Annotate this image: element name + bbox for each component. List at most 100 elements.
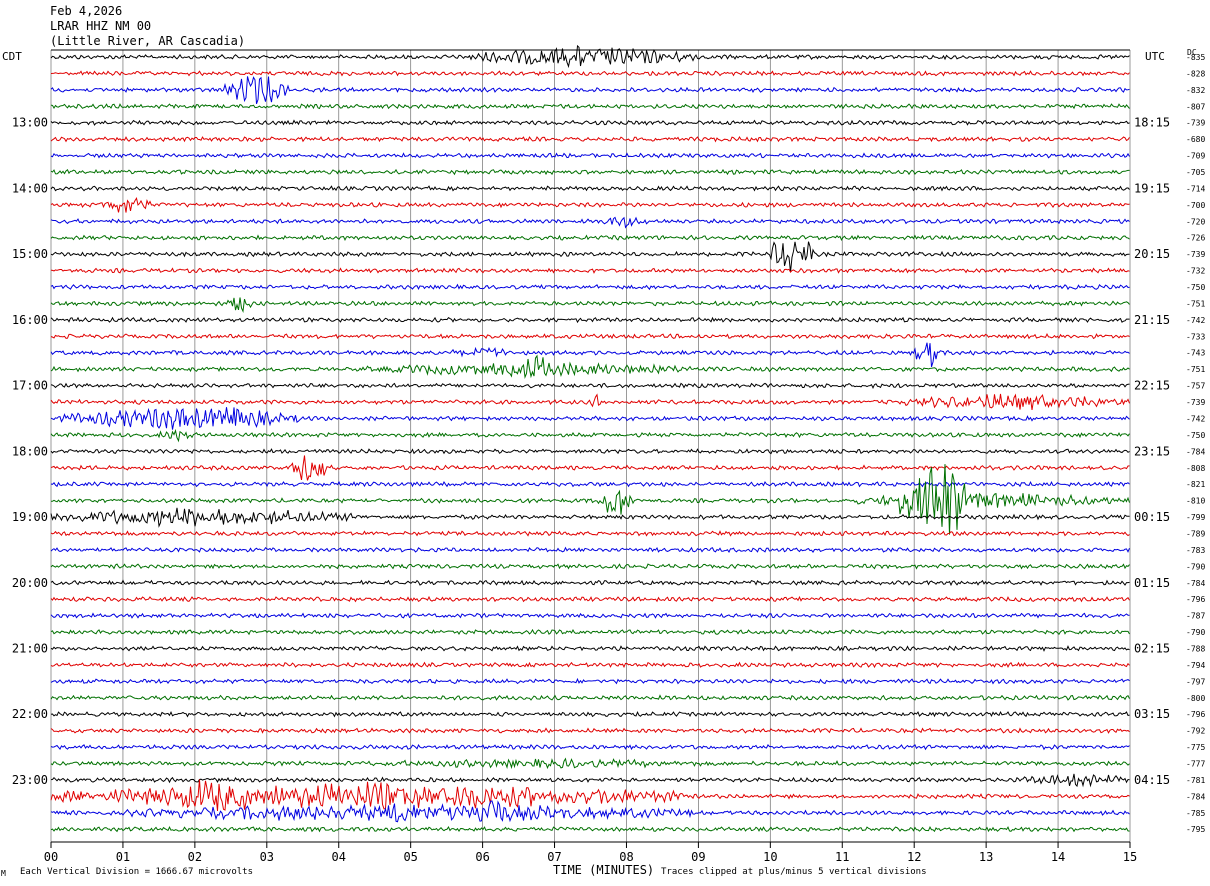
x-tick-label-13: 13: [979, 850, 993, 864]
trace-17: [50, 332, 1130, 340]
dc-offset-38: -797: [1186, 677, 1205, 686]
trace-12: [50, 241, 1130, 273]
dc-offset-19: -751: [1186, 365, 1205, 374]
x-tick-label-00: 00: [44, 850, 58, 864]
dc-offset-31: -790: [1186, 562, 1205, 571]
cdt-label-2100: 21:00: [12, 641, 48, 655]
trace-23: [50, 428, 1130, 443]
dc-offset-10: -720: [1186, 217, 1205, 226]
dc-offset-46: -785: [1186, 809, 1205, 818]
trace-9: [50, 197, 1130, 213]
trace-34: [50, 612, 1130, 619]
trace-16: [50, 316, 1130, 324]
dc-offset-7: -705: [1186, 168, 1205, 177]
trace-3: [50, 103, 1130, 110]
x-tick-label-07: 07: [547, 850, 561, 864]
dc-offset-23: -750: [1186, 431, 1205, 440]
cdt-label-1500: 15:00: [12, 247, 48, 261]
dc-offset-6: -709: [1186, 152, 1205, 161]
dc-offset-4: -739: [1186, 119, 1205, 128]
trace-14: [50, 283, 1130, 291]
dc-offset-15: -751: [1186, 299, 1205, 308]
dc-offset-16: -742: [1186, 316, 1205, 325]
trace-20: [50, 382, 1130, 389]
cdt-hour-labels: 13:00 14:00 15:00 16:00 17:00 18:00 19:00 20:00…: [12, 116, 48, 787]
dc-offset-13: -732: [1186, 267, 1205, 276]
dc-offset-21: -739: [1186, 398, 1205, 407]
dc-offset-41: -792: [1186, 727, 1205, 736]
dc-offset-33: -796: [1186, 595, 1205, 604]
x-tick-label-01: 01: [116, 850, 130, 864]
utc-label-0015: 00:15: [1134, 510, 1170, 524]
time-axis: 00 01 02 03 04 05 06 07 08 09 10 11 12 13 14 15: [44, 841, 1137, 864]
trace-38: [50, 677, 1130, 685]
dc-offset-39: -800: [1186, 694, 1205, 703]
dc-offset-32: -784: [1186, 579, 1205, 588]
trace-28: [50, 507, 1130, 528]
dc-offset-29: -789: [1186, 529, 1205, 538]
trace-22: [50, 407, 1130, 430]
dc-offset-11: -726: [1186, 234, 1205, 243]
utc-label-2215: 22:15: [1134, 379, 1170, 393]
dc-offset-30: -783: [1186, 546, 1205, 555]
x-axis-label: TIME (MINUTES): [553, 863, 655, 877]
trace-15: [50, 297, 1130, 313]
dc-offset-12: -739: [1186, 250, 1205, 259]
x-tick-label-02: 02: [188, 850, 202, 864]
trace-33: [50, 595, 1130, 603]
dc-offset-43: -777: [1186, 759, 1205, 768]
trace-11: [50, 234, 1130, 241]
dc-offset-3: -807: [1186, 102, 1205, 111]
trace-2: [50, 76, 1130, 104]
trace-44: [50, 773, 1130, 788]
cdt-label-2300: 23:00: [12, 773, 48, 787]
trace-8: [50, 185, 1130, 192]
x-tick-label-14: 14: [1051, 850, 1065, 864]
trace-37: [50, 661, 1130, 669]
x-tick-label-04: 04: [332, 850, 346, 864]
trace-25: [50, 455, 1130, 481]
trace-43: [50, 757, 1130, 770]
dc-offset-35: -790: [1186, 628, 1205, 637]
trace-1: [50, 70, 1130, 77]
cdt-label-1300: 13:00: [12, 116, 48, 130]
dc-offset-14: -750: [1186, 283, 1205, 292]
scale-note: Each Vertical Division = 1666.67 microvo…: [20, 867, 253, 877]
dc-offset-36: -788: [1186, 644, 1205, 653]
trace-39: [50, 694, 1130, 701]
dc-offset-24: -784: [1186, 447, 1205, 456]
time-gridlines: [50, 49, 1131, 842]
trace-32: [50, 579, 1130, 587]
dc-offset-5: -680: [1186, 135, 1205, 144]
dc-offset-9: -700: [1186, 201, 1205, 210]
utc-label-2115: 21:15: [1134, 313, 1170, 327]
dc-offset-26: -821: [1186, 480, 1205, 489]
helicorder-plot: 00 01 02 03 04 05 06 07 08 09 10 11 12 13 14 15 13:00 14…: [12, 44, 1205, 864]
trace-47: [50, 825, 1130, 833]
utc-label-2315: 23:15: [1134, 444, 1170, 458]
trace-6: [50, 152, 1130, 159]
dc-offset-37: -794: [1186, 661, 1205, 670]
utc-label-0415: 04:15: [1134, 773, 1170, 787]
trace-4: [50, 119, 1130, 126]
cdt-label-1900: 19:00: [12, 510, 48, 524]
trace-18: [50, 342, 1130, 367]
utc-label-2015: 20:15: [1134, 247, 1170, 261]
dc-offset-34: -787: [1186, 612, 1205, 621]
cdt-label-1700: 17:00: [12, 379, 48, 393]
trace-46: [50, 800, 1130, 823]
utc-label-0115: 01:15: [1134, 576, 1170, 590]
trace-45: [50, 779, 1130, 812]
x-tick-label-11: 11: [835, 850, 849, 864]
trace-10: [50, 216, 1130, 229]
dc-offset-20: -757: [1186, 382, 1205, 391]
cdt-label-1400: 14:00: [12, 181, 48, 195]
dc-offset-25: -808: [1186, 464, 1205, 473]
cdt-label-2200: 22:00: [12, 707, 48, 721]
trace-19: [50, 354, 1130, 380]
trace-35: [50, 628, 1130, 636]
trace-41: [50, 727, 1130, 734]
trace-30: [50, 546, 1130, 554]
trace-7: [50, 168, 1130, 176]
dc-offset-22: -742: [1186, 414, 1205, 423]
